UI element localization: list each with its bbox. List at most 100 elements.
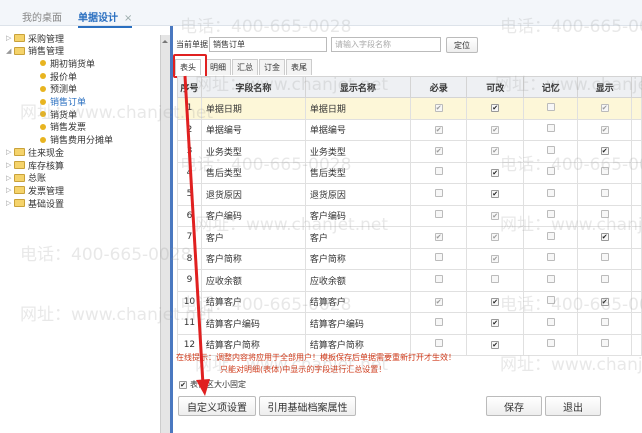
section-tab[interactable]: 明细 (205, 59, 231, 75)
editable-checkbox[interactable]: ✔ (491, 190, 500, 199)
tree-item[interactable]: ▷ 总账 (6, 172, 46, 184)
editable-checkbox[interactable] (491, 274, 500, 283)
visible-checkbox[interactable]: ✔ (600, 104, 609, 113)
tree-item[interactable]: 期初销货单 (40, 57, 95, 70)
column-header[interactable]: 可改 (466, 76, 524, 98)
column-header[interactable]: 记忆 (522, 76, 579, 98)
display-name-cell[interactable]: 应收余额 (304, 269, 411, 292)
table-row[interactable]: 7 客户 客户 ✔ ✔ ✔ (177, 226, 642, 249)
table-row[interactable]: 8 客户简称 客户简称 ✔ (177, 247, 642, 270)
tree-item[interactable]: ▷ 采购管理 (6, 32, 64, 45)
visible-checkbox[interactable] (600, 339, 609, 348)
editable-checkbox[interactable]: ✔ (491, 319, 500, 328)
tree-item[interactable]: 预测单 (40, 83, 77, 95)
tree-item[interactable]: ▷ 库存核算 (6, 159, 64, 172)
tree-item[interactable]: 销售发票 (40, 121, 86, 133)
display-name-cell[interactable]: 客户简称 (304, 247, 411, 270)
column-header[interactable]: 显示名称 (304, 76, 411, 98)
visible-checkbox[interactable] (600, 167, 609, 176)
collapsed-arrow-icon[interactable]: ▷ (6, 199, 14, 207)
tree-item[interactable]: 销售费用分摊单 (40, 134, 113, 146)
visible-checkbox[interactable] (600, 274, 609, 283)
memory-checkbox[interactable] (546, 210, 555, 219)
editable-checkbox[interactable]: ✔ (491, 104, 500, 113)
memory-checkbox[interactable] (546, 102, 555, 111)
editable-checkbox[interactable]: ✔ (491, 254, 500, 263)
tree-item[interactable]: ◢ 销售管理 (6, 45, 64, 57)
collapsed-arrow-icon[interactable]: ▷ (6, 161, 14, 169)
memory-checkbox[interactable] (546, 296, 555, 305)
tree-scrollbar[interactable] (160, 35, 170, 433)
editable-checkbox[interactable]: ✔ (491, 147, 500, 156)
required-checkbox[interactable] (434, 188, 443, 197)
required-checkbox[interactable]: ✔ (434, 104, 443, 113)
display-name-cell[interactable]: 单据编号 (304, 118, 411, 141)
display-name-cell[interactable]: 结算客户编码 (304, 312, 411, 335)
editable-checkbox[interactable]: ✔ (491, 125, 500, 134)
table-row[interactable]: 4 售后类型 售后类型 ✔ (177, 161, 642, 184)
display-name-cell[interactable]: 退货原因 (304, 183, 411, 206)
table-row[interactable]: 5 退货原因 退货原因 ✔ (177, 183, 642, 206)
table-row[interactable]: 3 业务类型 业务类型 ✔ ✔ ✔ (177, 140, 642, 163)
editable-checkbox[interactable]: ✔ (491, 233, 500, 242)
required-checkbox[interactable]: ✔ (434, 233, 443, 242)
collapsed-arrow-icon[interactable]: ▷ (6, 186, 14, 194)
collapsed-arrow-icon[interactable]: ▷ (6, 34, 14, 42)
required-checkbox[interactable]: ✔ (434, 125, 443, 134)
editable-checkbox[interactable]: ✔ (491, 168, 500, 177)
display-name-cell[interactable]: 结算客户 (304, 290, 411, 313)
editable-checkbox[interactable]: ✔ (491, 211, 500, 220)
editable-checkbox[interactable]: ✔ (491, 340, 500, 349)
visible-checkbox[interactable] (600, 317, 609, 326)
display-name-cell[interactable]: 业务类型 (304, 140, 411, 163)
tree-item[interactable]: 销售订单 (40, 96, 86, 108)
table-row[interactable]: 9 应收余额 应收余额 (177, 269, 642, 292)
required-checkbox[interactable] (434, 210, 443, 219)
field-search-input[interactable]: 请输入字段名称 (331, 37, 441, 52)
current-document-field[interactable]: 销售订单 (209, 37, 327, 52)
table-row[interactable]: 2 单据编号 单据编号 ✔ ✔ ✔ (177, 118, 642, 141)
section-tab[interactable]: 汇总 (232, 59, 258, 75)
visible-checkbox[interactable]: ✔ (600, 147, 609, 156)
required-checkbox[interactable]: ✔ (434, 147, 443, 156)
fix-size-checkbox[interactable]: ✔ (179, 380, 187, 389)
table-row[interactable]: 1 单据日期 单据日期 ✔ ✔ ✔ (177, 97, 642, 120)
exit-button[interactable]: 退出 (545, 396, 601, 416)
display-name-cell[interactable]: 客户 (304, 226, 411, 249)
column-header[interactable]: 必录 (409, 76, 468, 98)
visible-checkbox[interactable] (600, 210, 609, 219)
collapsed-arrow-icon[interactable]: ▷ (6, 148, 14, 156)
fix-size-option[interactable]: ✔ 表体区大小固定 (179, 379, 246, 390)
editable-checkbox[interactable]: ✔ (491, 297, 500, 306)
visible-checkbox[interactable]: ✔ (600, 297, 609, 306)
locate-button[interactable]: 定位 (446, 37, 478, 53)
visible-checkbox[interactable] (600, 253, 609, 262)
memory-checkbox[interactable] (546, 317, 555, 326)
tab-my-desktop[interactable]: 我的桌面 (22, 9, 62, 24)
display-name-cell[interactable]: 售后类型 (304, 161, 411, 184)
section-tab[interactable]: 订金 (259, 59, 285, 75)
memory-checkbox[interactable] (546, 253, 555, 262)
visible-checkbox[interactable]: ✔ (600, 125, 609, 134)
required-checkbox[interactable] (434, 274, 443, 283)
tree-item[interactable]: ▷ 发票管理 (6, 184, 64, 197)
memory-checkbox[interactable] (546, 124, 555, 133)
tree-item[interactable]: 销货单 (40, 108, 77, 121)
table-row[interactable]: 11 结算客户编码 结算客户编码 ✔ (177, 312, 642, 335)
memory-checkbox[interactable] (546, 167, 555, 176)
required-checkbox[interactable] (434, 253, 443, 262)
memory-checkbox[interactable] (546, 188, 555, 197)
display-name-cell[interactable]: 单据日期 (304, 97, 411, 120)
table-row[interactable]: 10 结算客户 结算客户 ✔ ✔ ✔ (177, 290, 642, 313)
memory-checkbox[interactable] (546, 145, 555, 154)
visible-checkbox[interactable] (600, 188, 609, 197)
table-row[interactable]: 6 客户编码 客户编码 ✔ (177, 204, 642, 227)
column-header[interactable]: 序号 (177, 76, 202, 98)
memory-checkbox[interactable] (546, 274, 555, 283)
display-name-cell[interactable]: 客户编码 (304, 204, 411, 227)
save-button[interactable]: 保存 (486, 396, 542, 416)
collapsed-arrow-icon[interactable]: ▷ (6, 174, 14, 182)
tab-document-design[interactable]: 单据设计 × (78, 9, 133, 28)
expanded-arrow-icon[interactable]: ◢ (6, 47, 14, 55)
tree-item[interactable]: ▷ 基础设置 (6, 197, 64, 210)
